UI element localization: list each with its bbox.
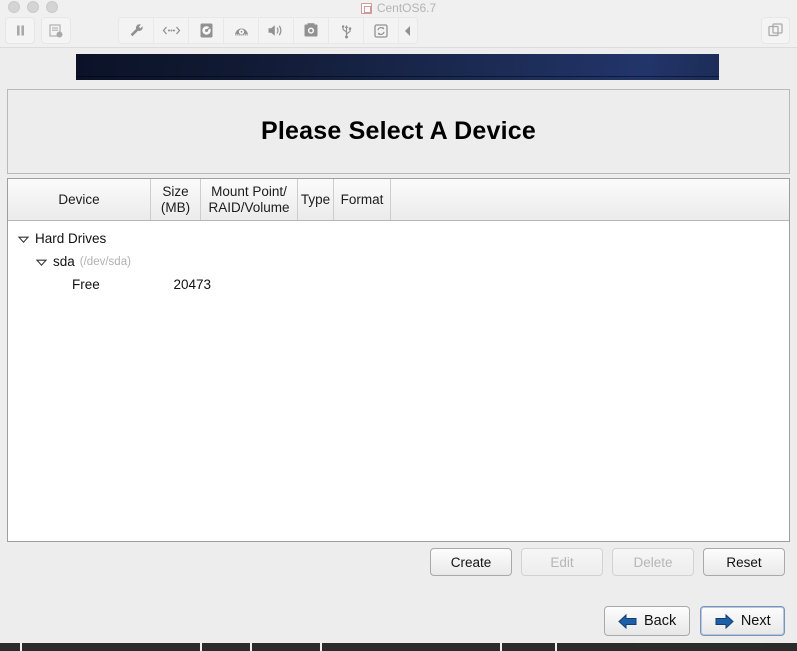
window-traffic-lights xyxy=(8,1,58,13)
back-button[interactable]: Back xyxy=(604,606,691,636)
column-header-mount-point[interactable]: Mount Point/ RAID/Volume xyxy=(201,179,298,220)
next-button-label: Next xyxy=(740,613,771,629)
table-row[interactable]: Free 20473 xyxy=(8,273,789,296)
pause-button[interactable] xyxy=(5,17,35,44)
desktop-taskbar-strip xyxy=(0,643,797,651)
row-label: Free xyxy=(72,277,100,292)
chevron-down-icon[interactable] xyxy=(17,232,30,245)
collapse-toolbar-button[interactable] xyxy=(399,18,417,43)
partition-action-buttons: Create Edit Delete Reset xyxy=(430,548,785,576)
installer-screen: CentOS6.7 Please Select A Device Device … xyxy=(0,0,797,651)
delete-button: Delete xyxy=(612,548,694,576)
shared-folders-button[interactable] xyxy=(364,18,399,43)
screenshot-button[interactable] xyxy=(294,18,329,43)
close-window-button[interactable] xyxy=(8,1,20,13)
vm-window-chrome: CentOS6.7 xyxy=(0,0,797,48)
usb-button[interactable] xyxy=(329,18,364,43)
table-row[interactable]: sda (/dev/sda) xyxy=(8,250,789,273)
snapshot-button[interactable] xyxy=(41,17,71,44)
column-header-type[interactable]: Type xyxy=(298,179,334,220)
arrow-left-icon xyxy=(618,613,637,629)
hard-disk-button[interactable] xyxy=(189,18,224,43)
device-tree: Hard Drives sda (/dev/sda) Free 20473 xyxy=(8,221,789,296)
next-button[interactable]: Next xyxy=(700,606,786,636)
sync-icon xyxy=(374,23,388,38)
hdd-icon xyxy=(200,23,212,38)
window-title-bar: CentOS6.7 xyxy=(0,0,797,16)
row-label: Hard Drives xyxy=(35,231,107,246)
window-title-text: CentOS6.7 xyxy=(376,1,437,15)
table-header-row: Device Size (MB) Mount Point/ RAID/Volum… xyxy=(8,179,789,221)
installer-banner xyxy=(76,54,719,80)
usb-icon xyxy=(341,25,351,39)
column-header-device[interactable]: Device xyxy=(8,179,151,220)
scale-mode-icon xyxy=(768,23,783,37)
create-button[interactable]: Create xyxy=(430,548,512,576)
page-title: Please Select A Device xyxy=(261,117,536,145)
reset-button[interactable]: Reset xyxy=(703,548,785,576)
triangle-left-icon xyxy=(405,25,410,36)
column-header-format[interactable]: Format xyxy=(334,179,391,220)
device-table[interactable]: Device Size (MB) Mount Point/ RAID/Volum… xyxy=(7,178,790,542)
audio-button[interactable] xyxy=(259,18,294,43)
vm-device-toolbar xyxy=(118,17,418,44)
pause-icon xyxy=(16,25,24,36)
speaker-icon xyxy=(268,25,282,36)
optical-icon xyxy=(234,28,248,36)
network-icon xyxy=(162,26,180,35)
chevron-down-icon[interactable] xyxy=(35,255,48,268)
settings-button[interactable] xyxy=(119,18,154,43)
wizard-navigation: Back Next xyxy=(604,606,786,636)
edit-button: Edit xyxy=(521,548,603,576)
page-title-panel: Please Select A Device xyxy=(7,89,790,174)
wrench-icon xyxy=(130,24,143,37)
scale-mode-button[interactable] xyxy=(761,17,790,44)
maximize-window-button[interactable] xyxy=(46,1,58,13)
minimize-window-button[interactable] xyxy=(27,1,39,13)
vm-screen-icon xyxy=(360,2,372,14)
snapshot-icon xyxy=(49,23,63,37)
column-header-size[interactable]: Size (MB) xyxy=(151,179,201,220)
back-button-label: Back xyxy=(644,613,677,629)
row-label: sda xyxy=(53,254,75,269)
arrow-right-icon xyxy=(715,613,734,629)
optical-drive-button[interactable] xyxy=(224,18,259,43)
column-header-filler xyxy=(391,179,789,220)
camera-icon xyxy=(304,23,318,37)
table-row[interactable]: Hard Drives xyxy=(8,227,789,250)
row-size: 20473 xyxy=(173,277,211,292)
network-button[interactable] xyxy=(154,18,189,43)
device-path: (/dev/sda) xyxy=(79,255,131,268)
